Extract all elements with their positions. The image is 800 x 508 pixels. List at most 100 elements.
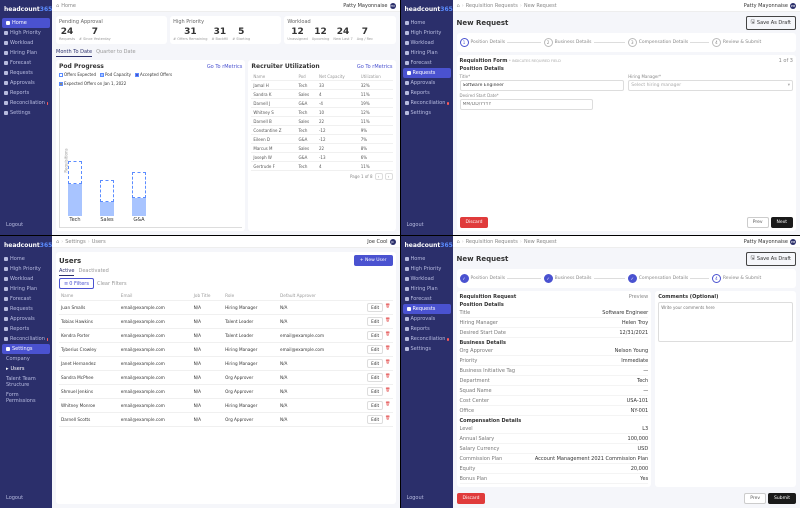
- pod-link[interactable]: Go To rMetrics: [207, 64, 243, 70]
- user-chip[interactable]: Patty MayonnaisePM: [744, 239, 796, 245]
- edit-button[interactable]: Edit: [367, 331, 383, 340]
- new-user-button[interactable]: + New User: [354, 255, 393, 266]
- nav-requests[interactable]: Requests: [0, 304, 52, 314]
- nav-workload[interactable]: Workload: [0, 274, 52, 284]
- user-chip[interactable]: Patty MayonnaisePM: [744, 3, 796, 9]
- nav-reports[interactable]: Reports: [0, 324, 52, 334]
- title-input[interactable]: [460, 80, 625, 91]
- submit-button[interactable]: Submit: [768, 493, 796, 504]
- nav-approvals[interactable]: Approvals: [401, 78, 453, 88]
- logout[interactable]: Logout: [0, 492, 52, 504]
- pager-next[interactable]: ›: [385, 173, 393, 180]
- prev-button[interactable]: Prev: [747, 217, 769, 228]
- nav-talent-team[interactable]: Talent Team Structure: [0, 374, 52, 390]
- step-4[interactable]: 4Review & Submit: [712, 274, 793, 283]
- nav-approvals[interactable]: Approvals: [0, 314, 52, 324]
- nav-home[interactable]: Home: [401, 254, 453, 264]
- nav-company[interactable]: Company: [0, 354, 52, 364]
- delete-icon[interactable]: 🗑: [385, 401, 390, 410]
- nav-high-priority[interactable]: High Priority: [401, 264, 453, 274]
- delete-icon[interactable]: 🗑: [385, 373, 390, 382]
- filters-button[interactable]: ≡ 0 Filters: [59, 278, 94, 289]
- delete-icon[interactable]: 🗑: [385, 317, 390, 326]
- delete-icon[interactable]: 🗑: [385, 331, 390, 340]
- nav-approvals[interactable]: Approvals: [0, 78, 52, 88]
- rec-link[interactable]: Go To rMetrics: [357, 64, 393, 70]
- step-3[interactable]: 3Compensation Details: [628, 38, 709, 47]
- prev-button[interactable]: Prev: [744, 493, 766, 504]
- nav-workload[interactable]: Workload: [0, 38, 52, 48]
- nav-settings[interactable]: Settings: [401, 108, 453, 118]
- nav-reconciliation[interactable]: Reconciliation: [401, 98, 453, 108]
- step-1[interactable]: 1Position Details: [460, 38, 541, 47]
- nav-approvals[interactable]: Approvals: [401, 314, 453, 324]
- nav-home[interactable]: Home: [2, 18, 50, 28]
- nav-permissions[interactable]: Form Permissions: [0, 390, 52, 406]
- save-draft-button[interactable]: 🖫 Save As Draft: [746, 16, 796, 30]
- delete-icon[interactable]: 🗑: [385, 415, 390, 424]
- nav-requests[interactable]: Requests: [403, 304, 451, 314]
- nav-high-priority[interactable]: High Priority: [0, 264, 52, 274]
- nav-workload[interactable]: Workload: [401, 38, 453, 48]
- nav-reconciliation[interactable]: Reconciliation: [0, 98, 52, 108]
- nav-forecast[interactable]: Forecast: [0, 58, 52, 68]
- nav-forecast[interactable]: Forecast: [401, 294, 453, 304]
- edit-button[interactable]: Edit: [367, 317, 383, 326]
- discard-button[interactable]: Discard: [457, 493, 486, 504]
- nav-settings[interactable]: Settings: [0, 108, 52, 118]
- nav-users[interactable]: ▸ Users: [0, 364, 52, 374]
- step-4[interactable]: 4Review & Submit: [712, 38, 793, 47]
- step-2[interactable]: ✓Business Details: [544, 274, 625, 283]
- manager-select[interactable]: Select hiring manager▾: [628, 80, 793, 91]
- delete-icon[interactable]: 🗑: [385, 387, 390, 396]
- nav-requests[interactable]: Requests: [0, 68, 52, 78]
- nav-hiring-plan[interactable]: Hiring Plan: [401, 284, 453, 294]
- save-draft-button[interactable]: 🖫 Save As Draft: [746, 252, 796, 266]
- logout[interactable]: Logout: [401, 492, 453, 504]
- nav-settings[interactable]: Settings: [2, 344, 50, 354]
- tab-deactivated[interactable]: Deactivated: [78, 267, 108, 276]
- edit-button[interactable]: Edit: [367, 401, 383, 410]
- delete-icon[interactable]: 🗑: [385, 345, 390, 354]
- pager-prev[interactable]: ‹: [375, 173, 383, 180]
- nav-hiring-plan[interactable]: Hiring Plan: [401, 48, 453, 58]
- edit-button[interactable]: Edit: [367, 359, 383, 368]
- nav-home[interactable]: Home: [401, 18, 453, 28]
- tab-qtd[interactable]: Quarter to Date: [96, 48, 135, 57]
- nav-reconciliation[interactable]: Reconciliation: [401, 334, 453, 344]
- nav-hiring-plan[interactable]: Hiring Plan: [0, 48, 52, 58]
- user-chip[interactable]: Joe CoolJC: [367, 239, 395, 245]
- nav-home[interactable]: Home: [0, 254, 52, 264]
- edit-button[interactable]: Edit: [367, 387, 383, 396]
- nav-requests[interactable]: Requests: [403, 68, 451, 78]
- step-3[interactable]: ✓Compensation Details: [628, 274, 709, 283]
- delete-icon[interactable]: 🗑: [385, 359, 390, 368]
- logout[interactable]: Logout: [401, 219, 453, 231]
- nav-reports[interactable]: Reports: [0, 88, 52, 98]
- nav-hiring-plan[interactable]: Hiring Plan: [0, 284, 52, 294]
- clear-filters[interactable]: Clear Filters: [97, 281, 127, 287]
- edit-button[interactable]: Edit: [367, 415, 383, 424]
- nav-reports[interactable]: Reports: [401, 324, 453, 334]
- nav-settings[interactable]: Settings: [401, 344, 453, 354]
- edit-button[interactable]: Edit: [367, 373, 383, 382]
- step-2[interactable]: 2Business Details: [544, 38, 625, 47]
- edit-button[interactable]: Edit: [367, 303, 383, 312]
- nav-high-priority[interactable]: High Priority: [0, 28, 52, 38]
- delete-icon[interactable]: 🗑: [385, 303, 390, 312]
- discard-button[interactable]: Discard: [460, 217, 489, 228]
- nav-reconciliation[interactable]: Reconciliation: [0, 334, 52, 344]
- user-chip[interactable]: Patty MayonnaisePM: [343, 3, 395, 9]
- nav-reports[interactable]: Reports: [401, 88, 453, 98]
- comments-input[interactable]: [658, 302, 793, 342]
- nav-forecast[interactable]: Forecast: [401, 58, 453, 68]
- nav-high-priority[interactable]: High Priority: [401, 28, 453, 38]
- tab-mtd[interactable]: Month To Date: [56, 48, 92, 57]
- date-input[interactable]: [460, 99, 593, 110]
- edit-button[interactable]: Edit: [367, 345, 383, 354]
- step-1[interactable]: ✓Position Details: [460, 274, 541, 283]
- next-button[interactable]: Next: [771, 217, 793, 228]
- tab-active[interactable]: Active: [59, 267, 74, 276]
- logout[interactable]: Logout: [0, 219, 52, 231]
- nav-forecast[interactable]: Forecast: [0, 294, 52, 304]
